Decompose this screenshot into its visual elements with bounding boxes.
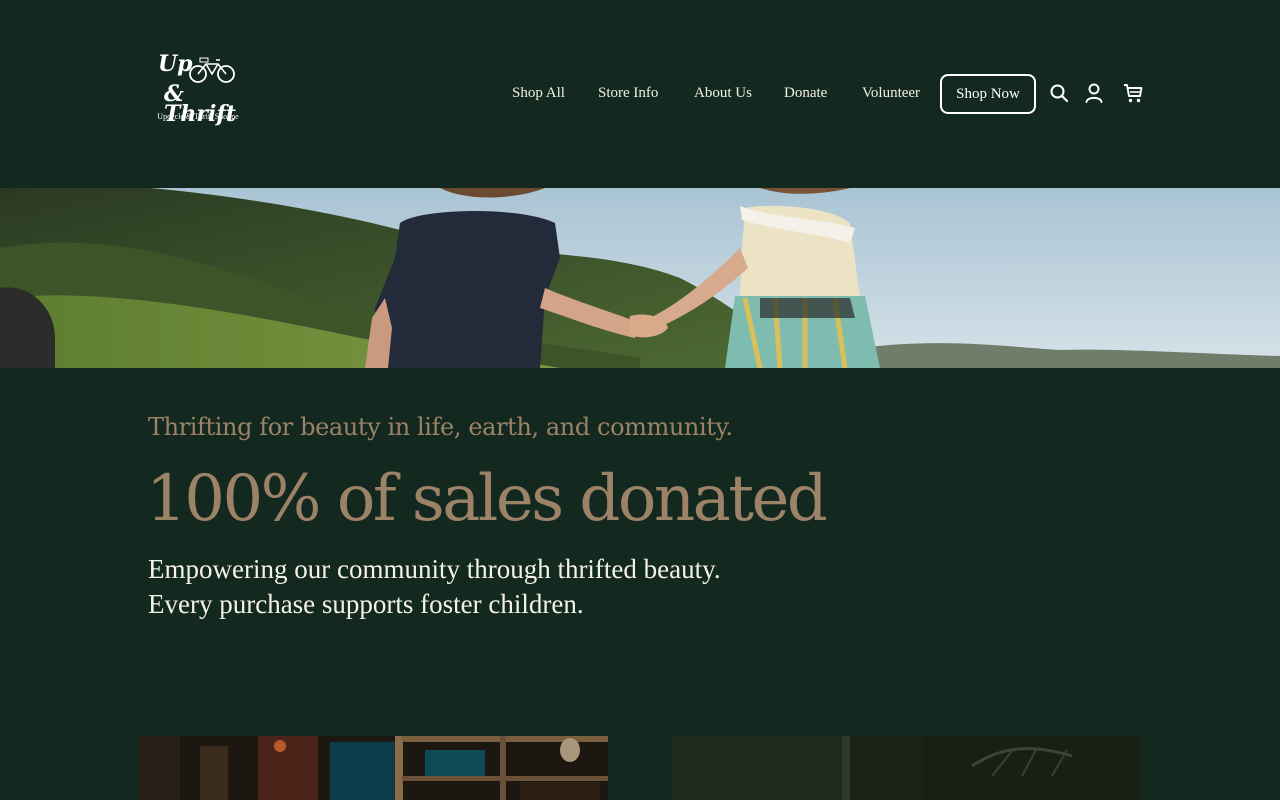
account-icon[interactable] (1083, 82, 1105, 104)
clothing-rack-photo (672, 736, 1140, 800)
logo-tagline: Upcycle & Thrift Shoppe (157, 112, 239, 121)
hero-photo-illustration (0, 188, 1280, 368)
site-header: Up & Thrift Upcycle & Thrift Shoppe Shop… (0, 0, 1280, 188)
nav-item-donate[interactable]: Donate (784, 82, 827, 104)
shop-now-button[interactable]: Shop Now (940, 74, 1036, 114)
cart-icon[interactable] (1122, 82, 1144, 104)
hero-image (0, 188, 1280, 368)
search-icon[interactable] (1048, 82, 1070, 104)
hero-body-line-2: Every purchase supports foster children. (148, 589, 584, 619)
nav-item-about-us[interactable]: About Us (694, 82, 752, 104)
bicycle-icon (189, 57, 235, 83)
page-title: 100% of sales donated (146, 462, 828, 536)
nav-item-shop-all[interactable]: Shop All (512, 82, 565, 104)
hero-body-line-1: Empowering our community through thrifte… (148, 554, 721, 584)
store-interior-image-card[interactable] (140, 736, 608, 800)
nav-item-volunteer[interactable]: Volunteer (862, 82, 920, 104)
site-logo[interactable]: Up & Thrift Upcycle & Thrift Shoppe (150, 53, 246, 126)
hero-body-text: Empowering our community through thrifte… (148, 552, 721, 622)
store-shelves-photo (140, 736, 608, 800)
clothing-rack-image-card[interactable] (672, 736, 1140, 800)
hero-tagline: Thrifting for beauty in life, earth, and… (148, 413, 733, 441)
nav-item-store-info[interactable]: Store Info (598, 82, 658, 104)
